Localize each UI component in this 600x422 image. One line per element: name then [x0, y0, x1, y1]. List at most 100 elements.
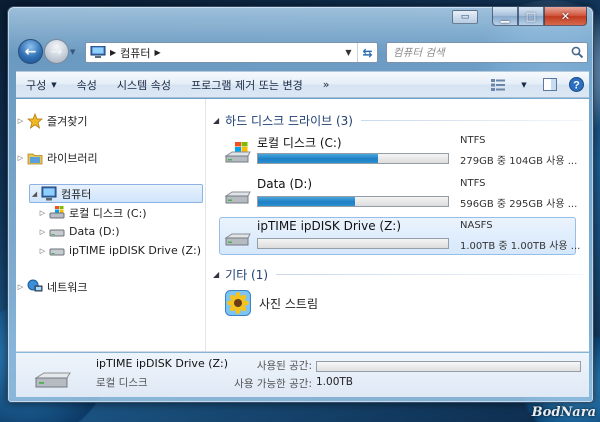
details-free-label: 사용 가능한 공간: — [234, 378, 312, 390]
star-icon — [26, 112, 44, 129]
nav-label: 네트워크 — [47, 280, 88, 294]
command-bar: 구성 ▼ 속성 시스템 속성 프로그램 제거 또는 변경 » ▼ ? — [16, 71, 589, 98]
collapse-arrow-icon: ◢ — [213, 116, 220, 125]
search-input[interactable]: 컴퓨터 검색 — [386, 42, 588, 63]
explorer-window: ▭ ▁ □ ✕ ← → ▼ ▶ 컴퓨터 ▶ ▼ ⇆ 컴퓨터 검색 구성 ▼ 속성 … — [7, 6, 594, 403]
photo-stream-label: 사진 스트림 — [259, 296, 319, 311]
view-details-icon — [491, 78, 505, 91]
maximize-icon: □ — [525, 9, 537, 23]
nav-item-drive-z[interactable]: ▷ ipTIME ipDISK Drive (Z:) — [38, 241, 201, 260]
expand-arrow-icon[interactable]: ▷ — [16, 283, 25, 291]
window-switch-icon[interactable]: ▭ — [452, 10, 478, 24]
nav-item-libraries[interactable]: ▷ 라이브러리 — [16, 148, 98, 167]
nav-item-drive-d[interactable]: ▷ Data (D:) — [38, 222, 120, 241]
nav-label: ipTIME ipDISK Drive (Z:) — [69, 244, 202, 257]
forward-button[interactable]: → — [44, 39, 69, 64]
drive-name: Data (D:) — [257, 177, 313, 191]
change-view-button[interactable] — [485, 72, 511, 97]
group-divider — [360, 120, 583, 121]
properties-button[interactable]: 속성 — [67, 72, 107, 97]
preview-pane-icon — [543, 78, 557, 91]
close-icon: ✕ — [560, 9, 571, 23]
view-options-dropdown[interactable]: ▼ — [511, 72, 537, 97]
watermark: BodNara — [531, 405, 596, 420]
preview-pane-button[interactable] — [537, 72, 563, 97]
organize-label: 구성 — [26, 78, 47, 92]
view-controls: ▼ ? — [485, 72, 589, 97]
drive-item-d[interactable]: Data (D:) NTFS 596GB 중 295GB 사용 ... — [219, 175, 578, 213]
drive-usage-fill — [258, 154, 378, 163]
library-folder-icon — [27, 150, 43, 166]
nav-item-drive-c[interactable]: ▷ 로컬 디스크 (C:) — [38, 203, 147, 222]
drive-filesystem: NASFS — [460, 220, 493, 231]
properties-label: 속성 — [76, 78, 97, 92]
navigation-buttons: ← → ▼ — [18, 39, 79, 64]
refresh-icon: ⇆ — [362, 45, 373, 60]
details-drive-name: ipTIME ipDISK Drive (Z:) — [96, 357, 229, 370]
file-list-pane: ◢ 하드 디스크 드라이브 (3) 로컬 디스크 (C:) NTFS 279GB… — [207, 99, 589, 351]
nav-label: 로컬 디스크 (C:) — [69, 206, 147, 220]
expand-arrow-icon[interactable]: ▷ — [38, 247, 47, 255]
chevron-down-icon: ▼ — [521, 80, 527, 89]
group-title: 기타 (1) — [225, 268, 269, 282]
address-dropdown[interactable]: ▼ — [340, 43, 357, 62]
caption-buttons: ▁ □ ✕ — [492, 7, 587, 26]
maximize-button[interactable]: □ — [518, 7, 544, 26]
drive-space-text: 279GB 중 104GB 사용 ... — [460, 156, 578, 167]
expand-arrow-icon[interactable]: ▷ — [38, 228, 47, 236]
expand-arrow-icon[interactable]: ▷ — [38, 209, 47, 217]
recent-pages-dropdown[interactable]: ▼ — [70, 48, 79, 56]
breadcrumb-computer[interactable]: 컴퓨터 — [120, 45, 150, 61]
group-header-hard-drives[interactable]: ◢ 하드 디스크 드라이브 (3) — [213, 112, 583, 129]
refresh-button[interactable]: ⇆ — [357, 43, 377, 62]
photo-stream-item[interactable]: 사진 스트림 — [225, 290, 318, 316]
windows-drive-icon — [49, 205, 65, 221]
network-icon — [27, 279, 43, 295]
drive-usage-bar — [257, 238, 449, 249]
details-drive-type: 로컬 디스크 — [96, 377, 148, 389]
search-icon[interactable] — [567, 43, 587, 62]
nav-label: Data (D:) — [69, 225, 120, 238]
search-placeholder: 컴퓨터 검색 — [393, 47, 445, 59]
nav-item-favorites[interactable]: ▷ 즐겨찾기 — [16, 111, 87, 130]
nav-label: 즐겨찾기 — [47, 114, 88, 128]
nav-item-network[interactable]: ▷ 네트워크 — [16, 277, 87, 296]
group-header-other[interactable]: ◢ 기타 (1) — [213, 266, 583, 283]
help-button[interactable]: ? — [563, 72, 589, 97]
drive-filesystem: NTFS — [460, 135, 486, 146]
hard-drive-icon — [224, 184, 252, 208]
breadcrumb-separator-icon[interactable]: ▶ — [155, 48, 161, 57]
nav-label: 라이브러리 — [47, 151, 98, 165]
details-used-label: 사용된 공간: — [256, 360, 312, 372]
drive-item-c[interactable]: 로컬 디스크 (C:) NTFS 279GB 중 104GB 사용 ... — [219, 132, 578, 170]
back-button[interactable]: ← — [18, 39, 43, 64]
collapse-arrow-icon[interactable]: ◢ — [30, 190, 39, 198]
details-usage-bar — [316, 361, 581, 372]
more-commands-button[interactable]: » — [313, 72, 340, 97]
drive-usage-bar — [257, 153, 449, 164]
expand-arrow-icon[interactable]: ▷ — [16, 154, 25, 162]
drive-filesystem: NTFS — [460, 178, 486, 189]
drive-usage-bar — [257, 196, 449, 207]
nav-item-computer[interactable]: ◢ 컴퓨터 — [29, 184, 203, 203]
uninstall-program-button[interactable]: 프로그램 제거 또는 변경 — [181, 72, 313, 97]
close-button[interactable]: ✕ — [544, 7, 587, 26]
nav-label: 컴퓨터 — [61, 187, 92, 201]
details-pane: ipTIME ipDISK Drive (Z:) 로컬 디스크 사용된 공간: … — [16, 353, 589, 397]
chevron-down-icon: ▼ — [51, 80, 57, 89]
breadcrumb-separator-icon[interactable]: ▶ — [110, 48, 116, 57]
organize-menu[interactable]: 구성 ▼ — [16, 72, 67, 97]
drive-space-text: 596GB 중 295GB 사용 ... — [460, 199, 578, 210]
system-properties-button[interactable]: 시스템 속성 — [107, 72, 181, 97]
minimize-button[interactable]: ▁ — [492, 7, 518, 26]
sunflower-icon — [225, 290, 251, 316]
drive-space-text: 1.00TB 중 1.00TB 사용 ... — [460, 241, 581, 252]
address-bar[interactable]: ▶ 컴퓨터 ▶ ▼ ⇆ — [85, 42, 378, 63]
drive-name: ipTIME ipDISK Drive (Z:) — [257, 219, 402, 233]
svg-text:?: ? — [573, 79, 580, 91]
drive-item-z[interactable]: ipTIME ipDISK Drive (Z:) NASFS 1.00TB 중 … — [219, 217, 580, 255]
drive-usage-fill — [258, 197, 355, 206]
hard-drive-icon — [34, 367, 72, 391]
expand-arrow-icon[interactable]: ▷ — [16, 117, 25, 125]
details-free-value: 1.00TB — [316, 376, 353, 388]
